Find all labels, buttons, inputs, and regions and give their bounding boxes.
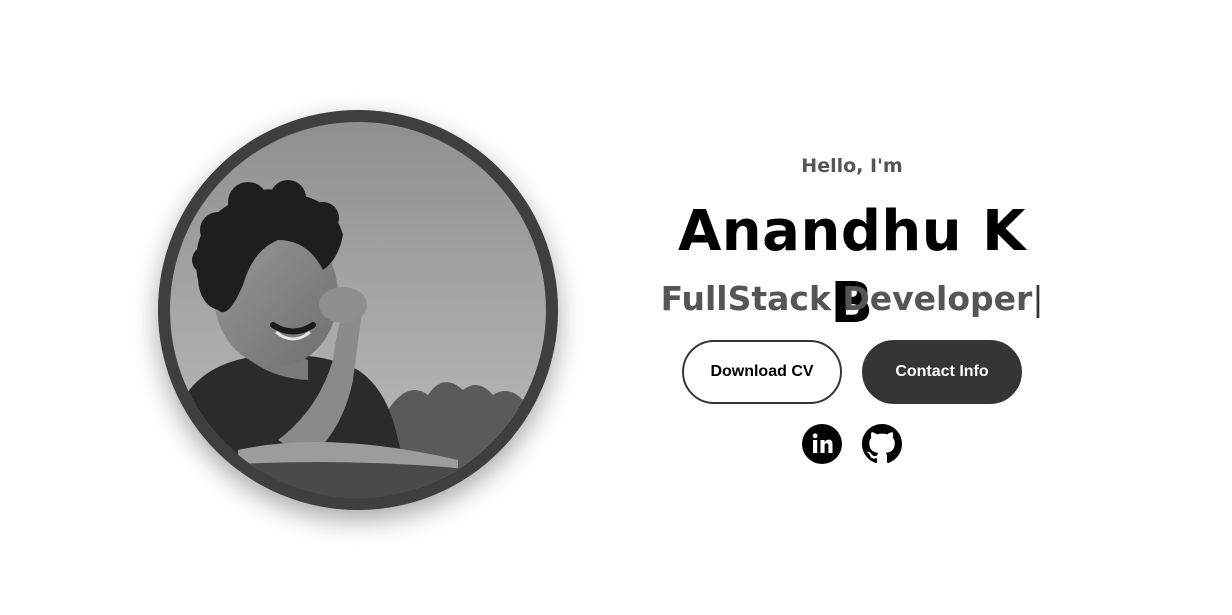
download-cv-button[interactable]: Download CV xyxy=(682,340,842,404)
action-buttons: Download CV Contact Info xyxy=(652,340,1052,404)
contact-info-button[interactable]: Contact Info xyxy=(862,340,1022,404)
linkedin-icon xyxy=(802,424,842,464)
linkedin-link[interactable] xyxy=(802,424,842,464)
social-links xyxy=(652,424,1052,464)
typing-cursor: | xyxy=(1032,279,1044,318)
job-title-text: FullStack Developer xyxy=(660,279,1033,318)
profile-section: Hello, I'm Anandhu K B FullStack Develop… xyxy=(0,0,1232,615)
greeting-text: Hello, I'm xyxy=(801,155,903,177)
job-title: FullStack Developer| xyxy=(652,272,1052,326)
github-link[interactable] xyxy=(862,424,902,464)
github-icon xyxy=(862,424,902,464)
page-title: Anandhu K B xyxy=(677,199,1027,336)
profile-photo xyxy=(158,110,558,510)
profile-photo-illustration xyxy=(158,110,558,510)
intro-text: Hello, I'm Anandhu K B FullStack Develop… xyxy=(652,150,1052,464)
